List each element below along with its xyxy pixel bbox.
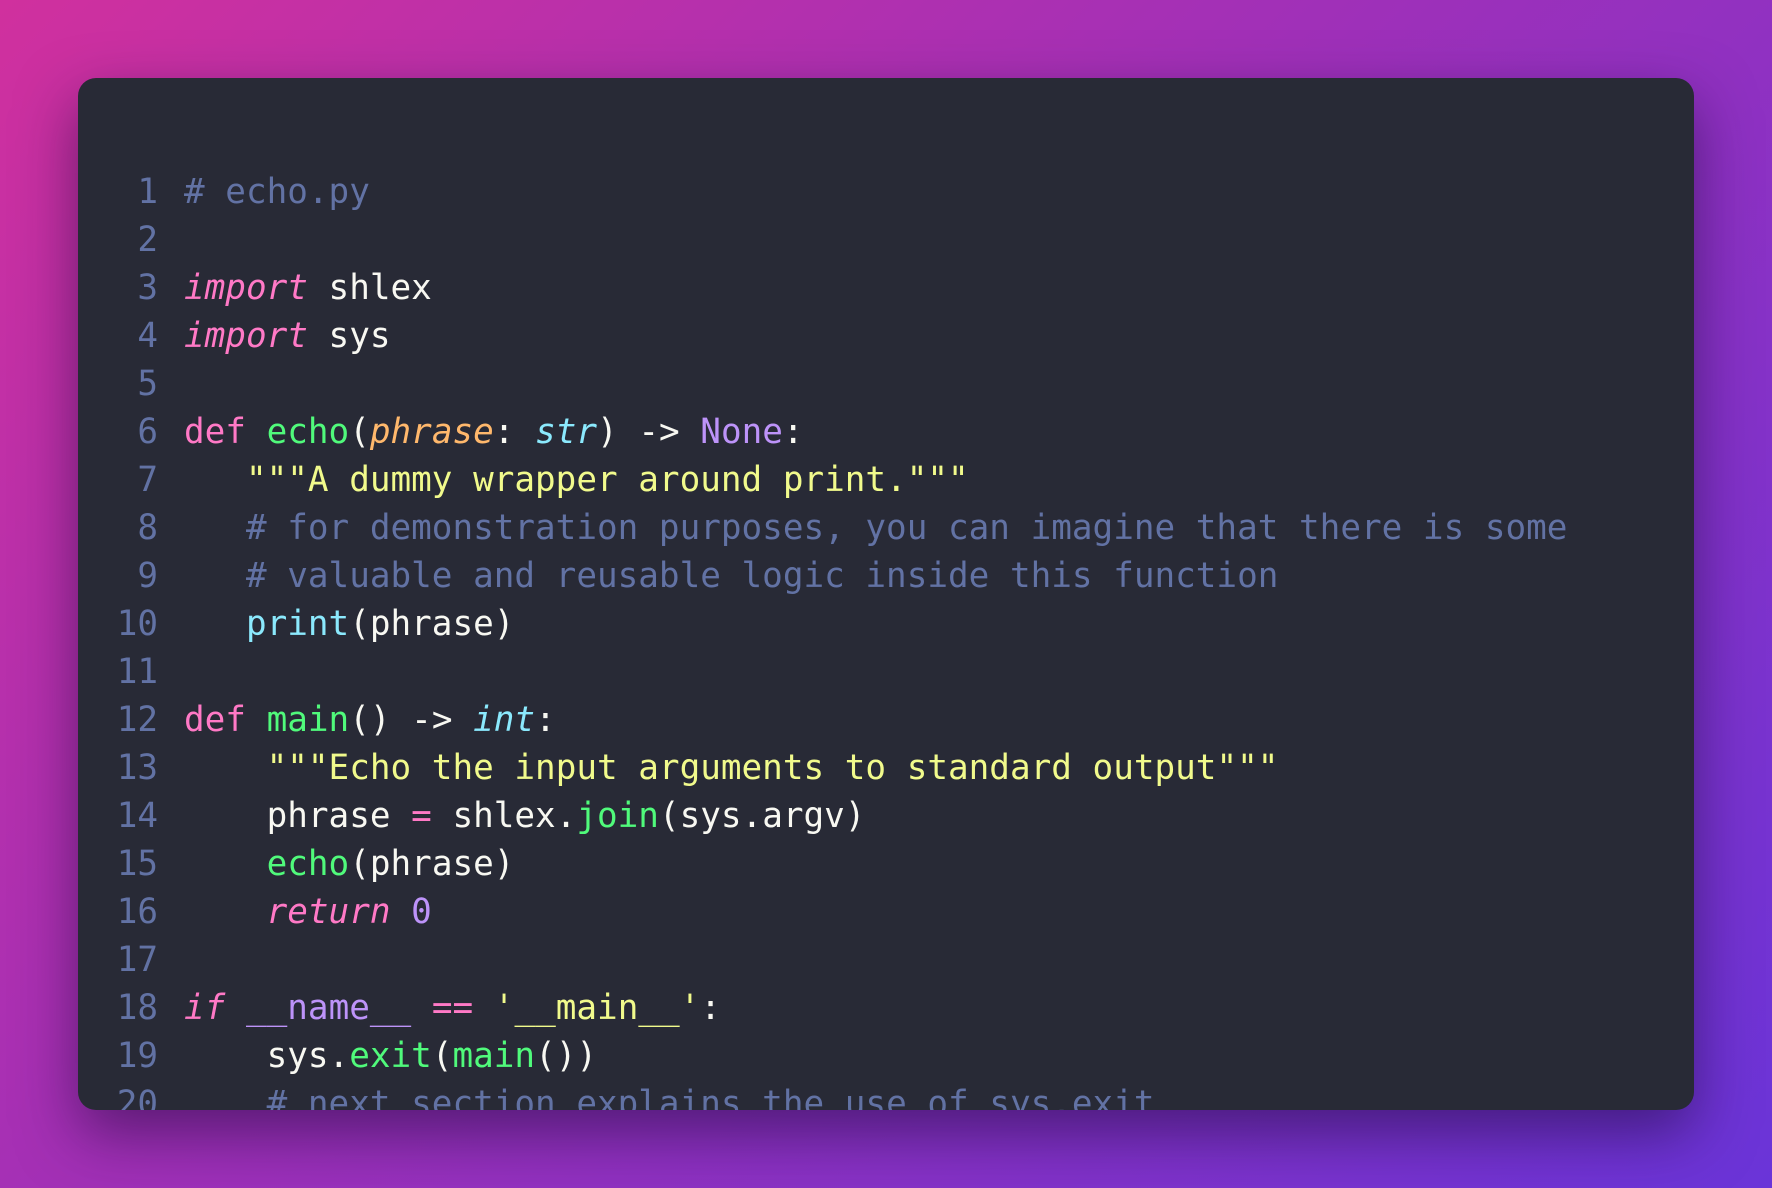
line-number: 2 [137, 220, 158, 260]
code-token: None [700, 412, 783, 452]
code-token: echo [266, 844, 350, 884]
line-code: import sys [184, 312, 391, 360]
code-token: ( [349, 412, 370, 452]
code-token: int [473, 700, 536, 740]
line-number: 20 [116, 1084, 158, 1110]
code-token: phrase [266, 796, 412, 836]
line-code: # next section explains the use of sys.e… [184, 1080, 1155, 1110]
code-token: = [411, 796, 432, 836]
line-number: 13 [116, 748, 158, 788]
code-token: def [184, 700, 246, 740]
code-line: 4 import sys [78, 316, 1694, 384]
code-token: : [493, 412, 536, 452]
code-token: shlex. [431, 796, 577, 836]
code-token: ) -> [597, 412, 701, 452]
code-token: # echo.py [184, 172, 370, 212]
line-code: def echo(phrase: str) -> None: [184, 408, 804, 456]
code-window: 1 # echo.py 2 3 import shlex 4 import sys 5 6 def… [78, 78, 1694, 1110]
line-number: 4 [137, 316, 158, 356]
line-code: echo(phrase) [184, 840, 515, 888]
line-code: # echo.py [184, 168, 370, 216]
code-token: str [535, 412, 598, 452]
line-number: 5 [137, 364, 158, 404]
code-token: == [431, 988, 474, 1028]
code-token: def [184, 412, 246, 452]
line-code: sys.exit(main()) [184, 1032, 597, 1080]
code-token: '__main__' [493, 988, 701, 1028]
line-number: 8 [137, 508, 158, 548]
code-token: sys. [266, 1036, 350, 1076]
line-number: 1 [137, 172, 158, 212]
code-token: (phrase) [349, 604, 515, 644]
code-token: main [452, 1036, 536, 1076]
code-token: echo [266, 412, 350, 452]
code-token: __name__ [245, 988, 412, 1028]
code-token: : [535, 700, 556, 740]
line-number: 9 [137, 556, 158, 596]
code-area: 1 # echo.py 2 3 import shlex 4 import sys 5 6 def… [78, 172, 1694, 1110]
line-number: 15 [116, 844, 158, 884]
code-token: return [266, 892, 391, 932]
code-token: """A dummy wrapper around print.""" [245, 460, 969, 500]
line-code: phrase = shlex.join(sys.argv) [184, 792, 866, 840]
line-code: return 0 [184, 888, 432, 936]
code-line: 1 # echo.py [78, 172, 1694, 240]
code-token: """Echo the input arguments to standard … [266, 748, 1279, 788]
code-token: sys [307, 316, 391, 356]
code-line: 10 print(phrase) [78, 604, 1694, 672]
code-token: join [576, 796, 659, 836]
line-code: import shlex [184, 264, 432, 312]
line-number: 14 [116, 796, 158, 836]
code-token: # next section explains the use of sys.e… [266, 1084, 1155, 1110]
line-code: """Echo the input arguments to standard … [184, 744, 1279, 792]
line-number: 19 [116, 1036, 158, 1076]
code-token: phrase [369, 412, 494, 452]
code-token: : [782, 412, 804, 452]
code-token: () -> [349, 700, 474, 740]
code-token: (phrase) [349, 844, 515, 884]
line-number: 3 [137, 268, 158, 308]
line-number: 18 [116, 988, 158, 1028]
code-token: (sys.argv) [658, 796, 866, 836]
line-code: # for demonstration purposes, you can im… [184, 504, 1568, 552]
line-number: 17 [116, 940, 158, 980]
code-token: ( [431, 1036, 453, 1076]
line-number: 12 [116, 700, 158, 740]
code-token: ()) [535, 1036, 598, 1076]
code-token: 0 [411, 892, 432, 932]
line-code: """A dummy wrapper around print.""" [184, 456, 969, 504]
code-token: # valuable and reusable logic inside thi… [245, 556, 1279, 596]
line-number: 7 [137, 460, 158, 500]
code-token: if [184, 988, 226, 1028]
code-token: import [184, 268, 308, 308]
code-token: print [245, 604, 350, 644]
code-token: # for demonstration purposes, you can im… [245, 508, 1568, 548]
line-code: # valuable and reusable logic inside thi… [184, 552, 1278, 600]
line-number: 10 [116, 604, 158, 644]
line-number: 6 [137, 412, 158, 452]
line-code: def main() -> int: [184, 696, 556, 744]
code-token: : [700, 988, 721, 1028]
code-token: main [266, 700, 350, 740]
code-token: exit [349, 1036, 432, 1076]
line-number: 11 [116, 652, 158, 692]
code-line: 20 # next section explains the use of sy… [78, 1084, 1694, 1110]
code-token: shlex [307, 268, 432, 308]
line-number: 16 [116, 892, 158, 932]
code-token: import [184, 316, 308, 356]
line-code: if __name__ == '__main__': [184, 984, 721, 1032]
line-code: print(phrase) [184, 600, 514, 648]
code-line: 16 return 0 [78, 892, 1694, 960]
